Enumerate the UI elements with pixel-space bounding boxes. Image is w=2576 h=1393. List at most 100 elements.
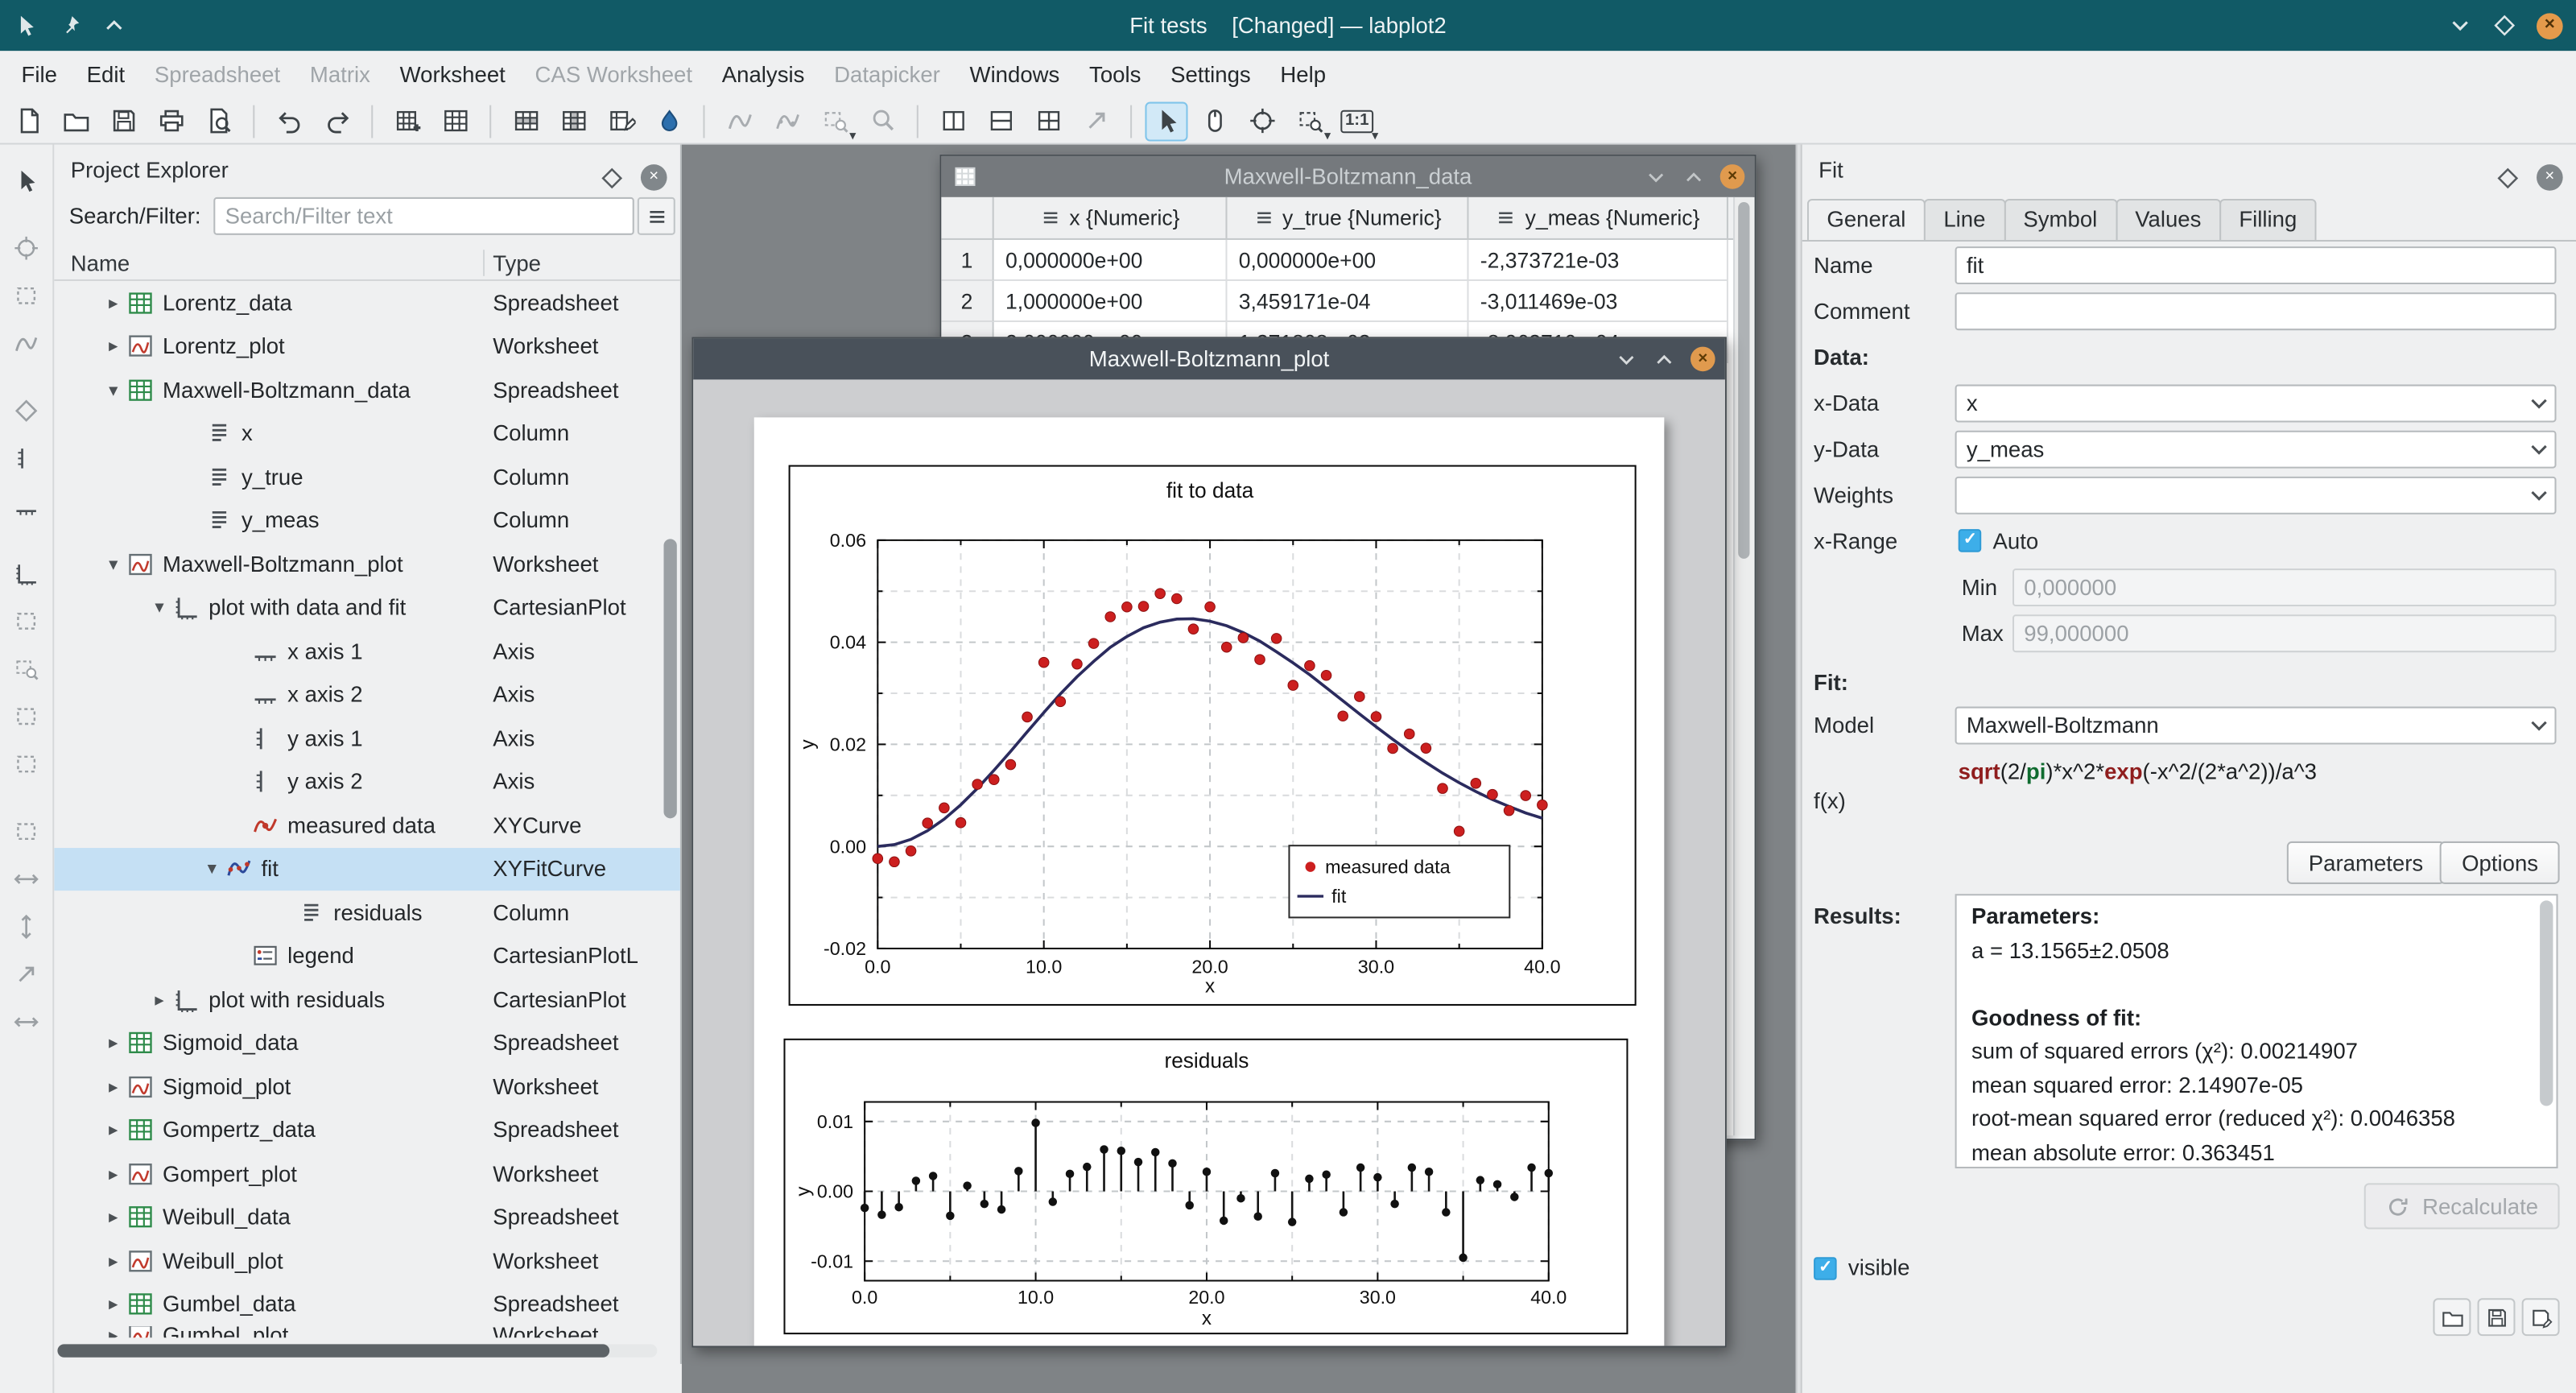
tree-horizontal-scrollbar[interactable] (57, 1344, 657, 1357)
select-tool-button[interactable] (6, 161, 46, 200)
tree-row-gumbel-plot[interactable]: ▸Gumbel_plotWorksheet (54, 1326, 680, 1337)
column-header-name[interactable]: Name (71, 246, 130, 281)
window-restore-button[interactable] (1682, 165, 1706, 188)
visible-checkbox[interactable] (1814, 1256, 1837, 1279)
tree-row-sigmoid-data[interactable]: ▸Sigmoid_dataSpreadsheet (54, 1021, 680, 1064)
float-panel-button[interactable] (600, 165, 625, 190)
tree-row-y-axis-1[interactable]: y axis 1Axis (54, 717, 680, 760)
spreadsheet-vertical-scrollbar[interactable] (1733, 197, 1752, 1135)
redo-button[interactable] (316, 101, 358, 141)
filter-options-button[interactable] (638, 197, 675, 235)
tree-row-sigmoid-plot[interactable]: ▸Sigmoid_plotWorksheet (54, 1064, 680, 1108)
search-filter-input[interactable] (213, 197, 634, 235)
new-spreadsheet-button[interactable] (434, 101, 477, 141)
tree-row-gompert-plot[interactable]: ▸Gompert_plotWorksheet (54, 1152, 680, 1196)
parameters-button[interactable]: Parameters (2287, 841, 2444, 884)
print-preview-button[interactable] (197, 101, 240, 141)
expander-icon[interactable]: ▾ (100, 553, 126, 575)
menu-edit[interactable]: Edit (72, 51, 139, 98)
tree-row-measured-data[interactable]: measured dataXYCurve (54, 804, 680, 847)
options-button[interactable]: Options (2441, 841, 2560, 884)
menu-cas-worksheet[interactable]: CAS Worksheet (520, 51, 707, 98)
menu-datapicker[interactable]: Datapicker (819, 51, 955, 98)
tree-row-fit[interactable]: ▾fitXYFitCurve (54, 847, 680, 891)
table-cell[interactable]: 1,000000e+00 (994, 281, 1228, 322)
insert-row-button[interactable] (505, 101, 547, 141)
table-cell[interactable]: 3,459171e-04 (1227, 281, 1468, 322)
window-minimize-button[interactable] (1645, 165, 1668, 188)
window-close-button[interactable]: × (1720, 164, 1745, 189)
close-panel-button[interactable]: × (2537, 164, 2563, 191)
insert-column-button[interactable] (552, 101, 595, 141)
spreadsheet-window-titlebar[interactable]: Maxwell-Boltzmann_data × (941, 156, 1754, 197)
print-button[interactable] (150, 101, 192, 141)
shade-window-icon[interactable] (102, 13, 127, 38)
results-box[interactable]: Parameters:a = 13.1565±2.0508 Goodness o… (1955, 894, 2558, 1168)
menu-file[interactable]: File (6, 51, 72, 98)
expander-icon[interactable]: ▸ (100, 1294, 126, 1316)
menu-tools[interactable]: Tools (1075, 51, 1156, 98)
crosshair-mode-button[interactable] (1241, 101, 1283, 141)
tree-row-lorentz-data[interactable]: ▸Lorentz_dataSpreadsheet (54, 281, 680, 324)
menu-windows[interactable]: Windows (955, 51, 1075, 98)
tree-row-legend[interactable]: legendCartesianPlotL (54, 934, 680, 978)
window-close-button[interactable]: × (1690, 347, 1715, 372)
tree-row-gumbel-data[interactable]: ▸Gumbel_dataSpreadsheet (54, 1283, 680, 1326)
tree-row-x[interactable]: xColumn (54, 411, 680, 455)
tree-row-plot-with-residuals[interactable]: ▸plot with residualsCartesianPlot (54, 978, 680, 1021)
float-panel-button[interactable] (2496, 165, 2520, 190)
tab-line[interactable]: Line (1924, 199, 2005, 240)
tree-row-x-axis-1[interactable]: x axis 1Axis (54, 630, 680, 673)
fit-plot[interactable]: 0.010.020.030.040.0-0.020.000.020.040.06… (789, 465, 1637, 1006)
tab-values[interactable]: Values (2116, 199, 2221, 240)
new-project-button[interactable] (6, 101, 49, 141)
model-combobox[interactable]: Maxwell-Boltzmann (1955, 707, 2557, 745)
x-data-combobox[interactable]: x (1955, 385, 2557, 423)
column-header-type[interactable]: Type (493, 246, 541, 281)
navigate-mode-button[interactable] (1193, 101, 1236, 141)
menu-help[interactable]: Help (1265, 51, 1340, 98)
save-project-button[interactable] (102, 101, 145, 141)
comment-field[interactable] (1955, 292, 2557, 330)
tree-row-y-true[interactable]: y_trueColumn (54, 455, 680, 498)
close-button[interactable]: × (2537, 12, 2563, 39)
tree-row-weibull-plot[interactable]: ▸Weibull_plotWorksheet (54, 1239, 680, 1283)
spreadsheet-corner-cell[interactable] (941, 197, 993, 238)
select-mode-button[interactable] (1145, 101, 1187, 141)
row-number[interactable]: 1 (941, 240, 993, 281)
maximize-button[interactable] (2492, 13, 2517, 38)
dock-splitter[interactable] (1796, 145, 1802, 1393)
worksheet-canvas[interactable]: 0.010.020.030.040.0-0.020.000.020.040.06… (754, 417, 1665, 1345)
menu-analysis[interactable]: Analysis (707, 51, 819, 98)
y-data-combobox[interactable]: y_meas (1955, 431, 2557, 469)
expander-icon[interactable]: ▸ (100, 1076, 126, 1097)
menu-matrix[interactable]: Matrix (295, 51, 386, 98)
save-function-button[interactable] (2478, 1298, 2516, 1336)
expander-icon[interactable]: ▸ (100, 1206, 126, 1228)
window-minimize-button[interactable] (1615, 348, 1638, 371)
tree-row-weibull-data[interactable]: ▸Weibull_dataSpreadsheet (54, 1196, 680, 1239)
tab-symbol[interactable]: Symbol (2004, 199, 2117, 240)
results-scrollbar[interactable] (2540, 900, 2553, 1106)
expander-icon[interactable]: ▾ (100, 379, 126, 401)
edit-spreadsheet-button[interactable] (600, 101, 642, 141)
spreadsheet-column-header[interactable]: y_true {Numeric} (1227, 197, 1468, 238)
save-as-function-button[interactable] (2522, 1298, 2560, 1336)
expander-icon[interactable]: ▸ (100, 1250, 126, 1272)
tree-row-x-axis-2[interactable]: x axis 2Axis (54, 673, 680, 717)
new-workbook-button[interactable] (386, 101, 429, 141)
zoom-one-to-one-button[interactable]: 1:1▾ (1335, 101, 1378, 141)
tree-row-plot-with-data-and-fit[interactable]: ▾plot with data and fitCartesianPlot (54, 586, 680, 630)
pin-window-icon[interactable] (57, 13, 82, 38)
color-maps-button[interactable] (647, 101, 690, 141)
expander-icon[interactable]: ▸ (100, 1326, 126, 1337)
zoom-select-button[interactable]: ▾ (1288, 101, 1331, 141)
tab-general[interactable]: General (1807, 199, 1926, 240)
minimize-button[interactable] (2448, 13, 2473, 38)
menu-settings[interactable]: Settings (1156, 51, 1265, 98)
spreadsheet-column-header[interactable]: y_meas {Numeric} (1468, 197, 1728, 238)
split-horizontal-button[interactable] (979, 101, 1022, 141)
undo-button[interactable] (268, 101, 311, 141)
table-cell[interactable]: 0,000000e+00 (994, 240, 1228, 281)
tree-row-y-meas[interactable]: y_measColumn (54, 498, 680, 542)
